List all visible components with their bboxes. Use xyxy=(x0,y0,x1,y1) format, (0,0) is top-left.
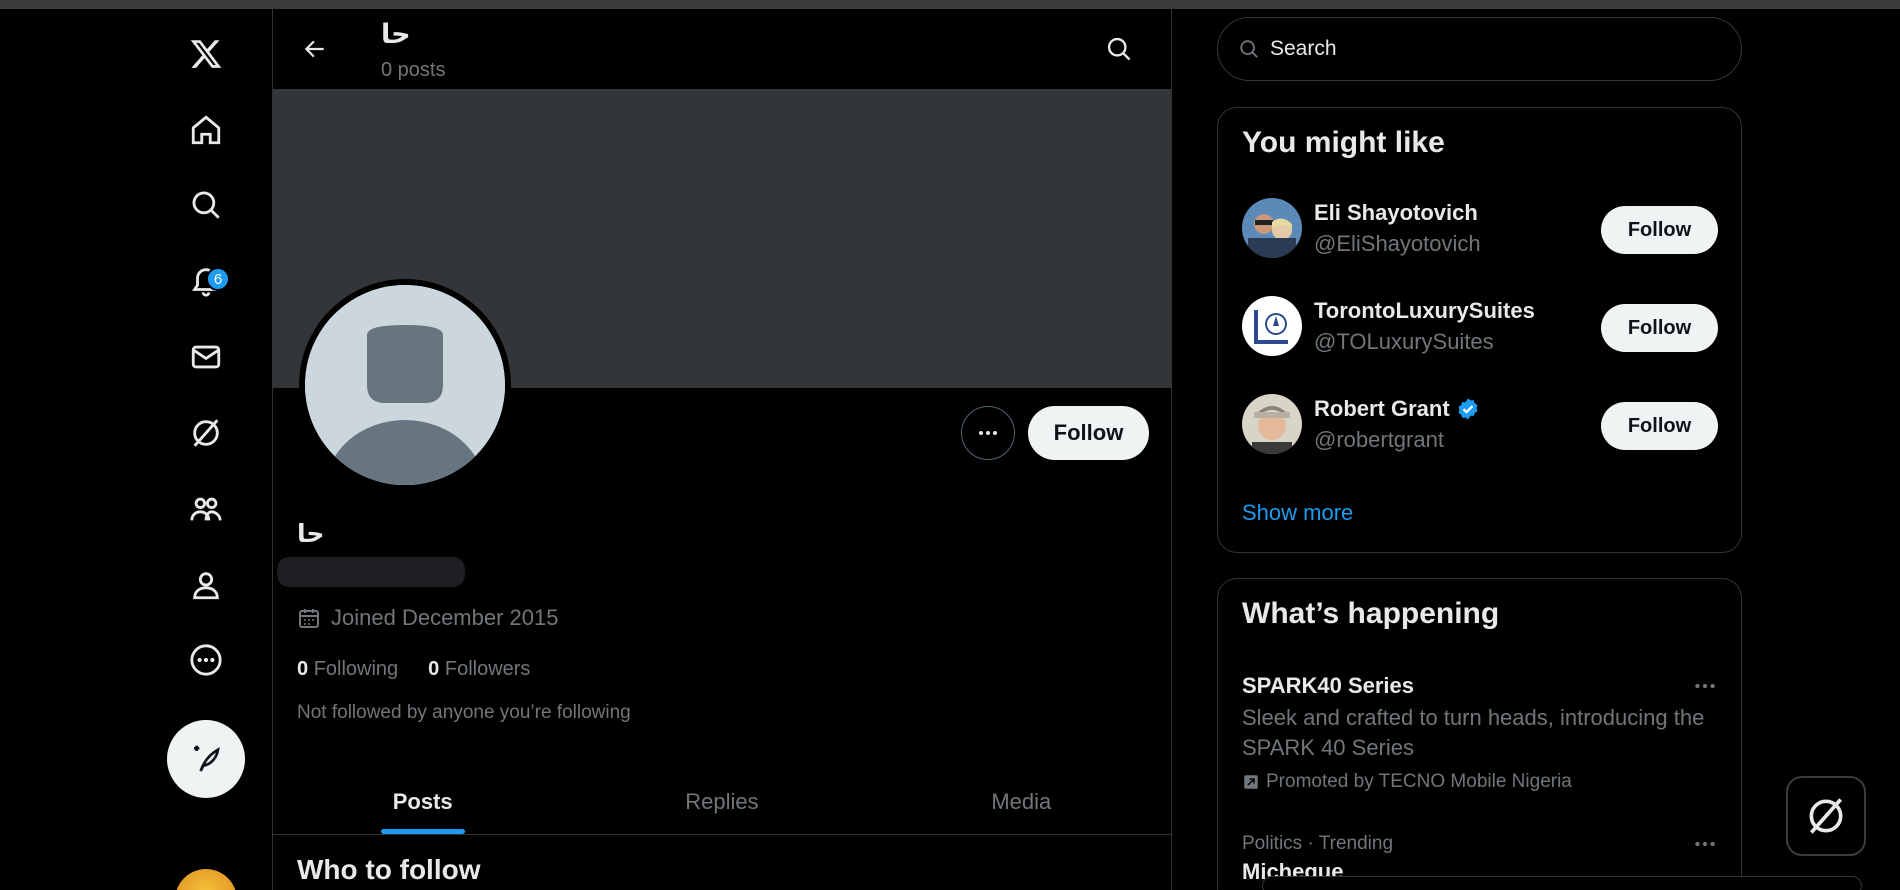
grok-floating-button[interactable] xyxy=(1786,776,1866,856)
you-might-like-title: You might like xyxy=(1242,126,1445,159)
trend-description: Sleek and crafted to turn heads, introdu… xyxy=(1242,705,1705,760)
suggestion-name[interactable]: Robert Grant xyxy=(1314,396,1480,422)
left-navigation: 6 xyxy=(0,9,272,890)
avatar[interactable] xyxy=(1242,296,1302,356)
not-followed-note: Not followed by anyone you’re following xyxy=(297,702,631,723)
x-logo-icon[interactable] xyxy=(183,31,229,77)
grok-icon xyxy=(1809,798,1843,834)
suggestion-item[interactable]: Robert Grant @robertgrant Follow xyxy=(1242,394,1718,456)
trend-item[interactable]: SPARK40 Series Sleek and crafted to turn… xyxy=(1242,673,1718,793)
suggestion-name[interactable]: Eli Shayotovich xyxy=(1314,200,1478,226)
back-arrow-icon xyxy=(304,40,324,58)
you-might-like-card: You might like Eli Shayotovich @EliShayo… xyxy=(1217,107,1742,553)
notifications-badge: 6 xyxy=(206,267,230,291)
post-button[interactable] xyxy=(167,720,245,798)
grok-icon[interactable] xyxy=(183,410,229,456)
profile-display-name: حا xyxy=(297,520,325,548)
trend-title: SPARK40 Series xyxy=(1242,673,1415,698)
trend-more-button[interactable] xyxy=(1692,831,1718,862)
avatar[interactable] xyxy=(1242,198,1302,258)
follow-button[interactable]: Follow xyxy=(1601,402,1718,450)
header-post-count: 0 posts xyxy=(381,59,446,81)
profile-more-button[interactable] xyxy=(961,406,1015,460)
more-icon[interactable] xyxy=(183,637,229,683)
default-avatar-icon xyxy=(305,285,505,485)
search-icon xyxy=(1240,40,1258,58)
trend-meta: Politics · Trending xyxy=(1242,833,1394,854)
explore-icon[interactable] xyxy=(183,182,229,228)
messages-icon[interactable] xyxy=(183,334,229,380)
suggestion-handle[interactable]: @TOLuxurySuites xyxy=(1314,329,1494,355)
profile-header: حا 0 posts xyxy=(273,9,1171,89)
search-input[interactable] xyxy=(1270,37,1690,61)
tab-posts[interactable]: Posts xyxy=(273,770,572,834)
follow-button[interactable]: Follow xyxy=(1601,206,1718,254)
promoted-icon xyxy=(1244,775,1258,789)
suggestion-handle[interactable]: @EliShayotovich xyxy=(1314,231,1481,257)
profile-column: حا 0 posts Follow حا Joined December 201… xyxy=(272,9,1172,890)
profile-icon[interactable] xyxy=(183,562,229,608)
back-button[interactable] xyxy=(295,29,335,69)
followers-link[interactable]: 0 Followers xyxy=(428,658,530,681)
header-search-button[interactable] xyxy=(1099,29,1139,69)
suggestion-handle[interactable]: @robertgrant xyxy=(1314,427,1444,453)
more-horizontal-icon xyxy=(1695,683,1715,689)
more-horizontal-icon xyxy=(1695,841,1715,847)
suggestion-name[interactable]: TorontoLuxurySuites xyxy=(1314,298,1535,324)
browser-top-strip xyxy=(0,0,1900,9)
home-icon[interactable] xyxy=(183,107,229,153)
promoted-label: Promoted by TECNO Mobile Nigeria xyxy=(1242,771,1718,793)
whats-happening-card: What’s happening SPARK40 Series Sleek an… xyxy=(1217,578,1742,890)
who-to-follow-heading: Who to follow xyxy=(297,854,481,885)
tab-replies[interactable]: Replies xyxy=(572,770,871,834)
whats-happening-title: What’s happening xyxy=(1242,597,1500,630)
trend-more-button[interactable] xyxy=(1692,673,1718,704)
redacted-handle xyxy=(277,557,465,587)
communities-icon[interactable] xyxy=(183,486,229,532)
avatar[interactable] xyxy=(1242,394,1302,454)
follow-stats: 0 Following 0 Followers xyxy=(297,658,530,681)
calendar-icon xyxy=(299,609,319,628)
profile-tabs: Posts Replies Media xyxy=(273,770,1171,835)
show-more-link[interactable]: Show more xyxy=(1242,500,1353,526)
suggestion-item[interactable]: TorontoLuxurySuites @TOLuxurySuites Foll… xyxy=(1242,296,1718,358)
tab-media[interactable]: Media xyxy=(872,770,1171,834)
follow-button[interactable]: Follow xyxy=(1028,406,1149,460)
suggestion-item[interactable]: Eli Shayotovich @EliShayotovich Follow xyxy=(1242,198,1718,260)
joined-text: Joined December 2015 xyxy=(331,605,559,630)
messages-drawer[interactable] xyxy=(1262,876,1862,890)
following-link[interactable]: 0 Following xyxy=(297,658,398,681)
account-avatar[interactable] xyxy=(175,869,237,890)
header-display-name: حا xyxy=(381,19,411,49)
search-bar[interactable] xyxy=(1217,17,1742,81)
more-horizontal-icon xyxy=(979,431,997,435)
search-icon xyxy=(1107,37,1131,61)
follow-button[interactable]: Follow xyxy=(1601,304,1718,352)
profile-avatar[interactable] xyxy=(299,279,511,491)
joined-date: Joined December 2015 xyxy=(297,605,558,631)
post-icon xyxy=(194,745,220,772)
verified-badge-icon xyxy=(1458,398,1478,420)
